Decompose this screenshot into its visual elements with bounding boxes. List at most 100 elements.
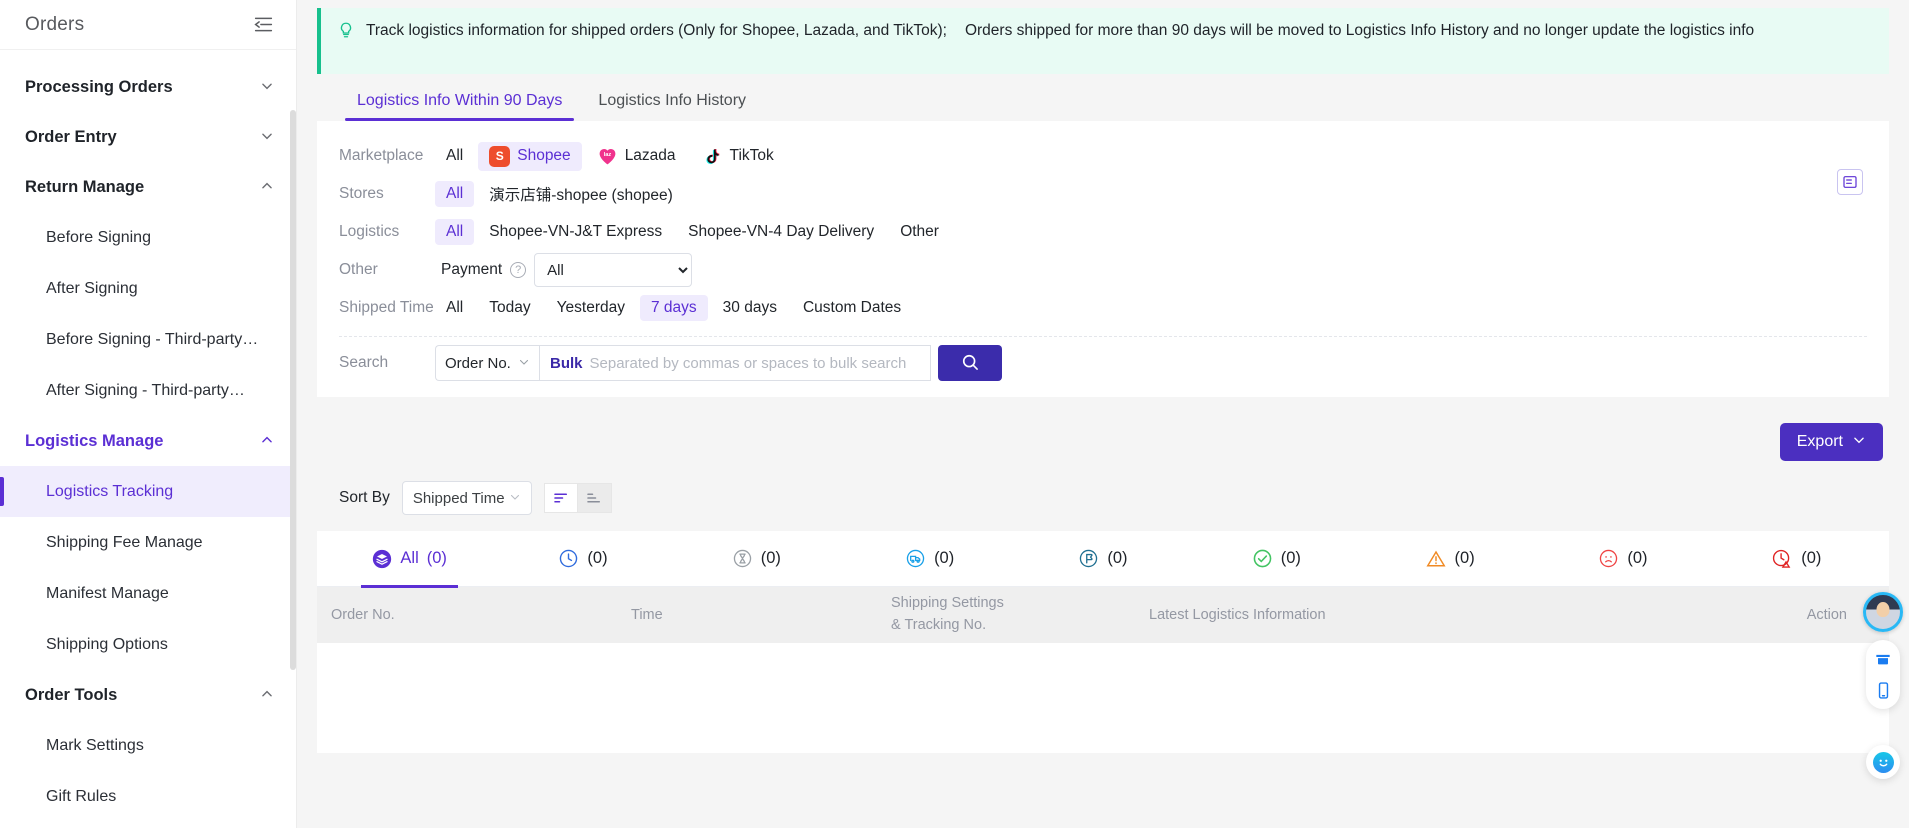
shipped-time-option-custom-dates[interactable]: Custom Dates [792, 295, 912, 321]
sidebar-group-label: Logistics Manage [25, 431, 164, 450]
logistics-option-jt-express[interactable]: Shopee-VN-J&T Express [478, 219, 673, 245]
status-tab-failed[interactable]: (0) [1536, 531, 1709, 587]
main-inner: Track logistics information for shipped … [297, 0, 1909, 753]
sidebar-item-label: Shipping Options [46, 635, 168, 653]
table-column-shipping-settings: Shipping Settings & Tracking No. [877, 593, 1135, 637]
stores-option-all[interactable]: All [435, 181, 475, 207]
chip-label: All [446, 185, 464, 202]
collapse-filters-icon[interactable] [1837, 169, 1863, 195]
lazada-logo-icon: laz [597, 146, 618, 167]
status-tab-exception[interactable]: (0) [1363, 531, 1536, 587]
tab-logistics-info-history[interactable]: Logistics Info History [580, 88, 764, 121]
stores-option-demo-shopee[interactable]: 演示店铺-shopee (shopee) [478, 179, 684, 209]
tab-logistics-info-within-90-days[interactable]: Logistics Info Within 90 Days [339, 88, 580, 121]
search-input[interactable]: Bulk Separated by commas or spaces to bu… [539, 345, 931, 381]
marketplace-option-all[interactable]: All [435, 143, 474, 169]
filter-label-marketplace: Marketplace [339, 147, 424, 164]
shipped-time-option-7-days[interactable]: 7 days [639, 295, 708, 321]
status-tab-awaiting[interactable]: (0) [670, 531, 843, 587]
sidebar-group-processing-orders[interactable]: Processing Orders [0, 62, 296, 112]
status-tab-in-transit[interactable]: (0) [843, 531, 1016, 587]
tab-label: Logistics Info Within 90 Days [357, 92, 563, 109]
status-tab-all[interactable]: All (0) [323, 531, 496, 588]
shipped-time-option-today[interactable]: Today [478, 295, 541, 321]
payment-select[interactable]: All [534, 253, 693, 287]
sidebar-item-shipping-options[interactable]: Shipping Options [0, 619, 296, 670]
logistics-option-other[interactable]: Other [889, 219, 950, 245]
sidebar-item-label: After Signing [46, 279, 138, 297]
hourglass-icon [732, 548, 753, 569]
sidebar-item-mark-settings[interactable]: Mark Settings [0, 720, 296, 771]
status-tab-pending[interactable]: (0) [496, 531, 669, 587]
banner-text: Track logistics information for shipped … [366, 19, 1754, 43]
filter-label-stores: Stores [339, 185, 384, 202]
sidebar-scrollbar[interactable] [290, 110, 296, 670]
status-tab-count: (0) [934, 549, 955, 567]
sidebar-group-order-entry[interactable]: Order Entry [0, 112, 296, 162]
marketplace-option-tiktok[interactable]: TikTok [691, 142, 785, 171]
filter-label-search: Search [339, 354, 389, 371]
search-button[interactable] [938, 345, 1002, 381]
toolbar: Export [317, 397, 1889, 461]
filter-label-shipped-time: Shipped Time [339, 299, 434, 316]
app-root: Orders Processing Orders Order Entry Ret… [0, 0, 1909, 828]
marketplace-option-lazada[interactable]: laz Lazada [586, 142, 687, 171]
sidebar-item-label: Gift Rules [46, 787, 117, 805]
sort-label: Sort By [339, 489, 390, 506]
sidebar-item-before-signing-third-party[interactable]: Before Signing - Third-party… [0, 314, 296, 365]
sort-descending-icon[interactable] [577, 483, 612, 513]
sidebar-item-before-signing[interactable]: Before Signing [0, 212, 296, 263]
feedback-button[interactable] [1866, 745, 1900, 779]
layers-icon [372, 549, 392, 569]
marketplace-option-shopee[interactable]: S Shopee [478, 141, 582, 171]
status-tab-delivered[interactable]: (0) [1190, 531, 1363, 587]
logistics-option-all[interactable]: All [435, 219, 475, 245]
payment-label: Payment [441, 261, 503, 278]
search-icon [960, 352, 980, 375]
shipped-time-option-all[interactable]: All [435, 295, 474, 321]
chevron-up-icon [260, 179, 274, 196]
user-avatar-icon[interactable] [1863, 592, 1903, 632]
sidebar-item-label: Shipping Fee Manage [46, 533, 203, 551]
sidebar-item-after-signing-third-party[interactable]: After Signing - Third-party… [0, 365, 296, 416]
sort-field-value: Shipped Time [412, 489, 505, 507]
chip-label: All [446, 299, 464, 316]
chip-label: Yesterday [556, 299, 625, 316]
filter-row-shipped-time: Shipped Time All Today Yesterday 7 days [317, 289, 1889, 327]
sidebar-item-shipping-fee-manage[interactable]: Shipping Fee Manage [0, 517, 296, 568]
sort-ascending-icon[interactable] [543, 483, 578, 513]
mobile-phone-icon[interactable] [1874, 681, 1893, 700]
filter-row-search: Search Order No. Bulk Separated by comma… [317, 345, 1889, 389]
sidebar-item-logistics-tracking[interactable]: Logistics Tracking [0, 466, 296, 517]
sidebar-item-manifest-manage[interactable]: Manifest Manage [0, 568, 296, 619]
status-tab-bar: All (0) (0) (0) (0) (0) (0) (0) (0) (0) [317, 531, 1889, 588]
filter-row-stores: Stores All 演示店铺-shopee (shopee) [317, 175, 1889, 213]
sidebar-group-order-tools[interactable]: Order Tools [0, 670, 296, 720]
sidebar-group-logistics-manage[interactable]: Logistics Manage [0, 416, 296, 466]
question-circle-icon[interactable]: ? [510, 262, 527, 278]
megaphone-icon[interactable] [1873, 649, 1893, 669]
table-column-order-no: Order No. [331, 607, 395, 623]
logistics-option-4-day-delivery[interactable]: Shopee-VN-4 Day Delivery [677, 219, 885, 245]
shipped-time-option-30-days[interactable]: 30 days [712, 295, 788, 321]
shipped-time-option-yesterday[interactable]: Yesterday [546, 295, 636, 321]
sidebar-group-label: Order Tools [25, 685, 118, 704]
status-tab-overdue[interactable]: (0) [1710, 531, 1883, 587]
sidebar-item-label: Manifest Manage [46, 584, 169, 602]
clock-alert-icon [1771, 548, 1793, 570]
chip-label: Shopee [517, 147, 571, 164]
sidebar-item-gift-rules[interactable]: Gift Rules [0, 771, 296, 822]
collapse-panel-icon[interactable] [253, 14, 274, 35]
sort-field-select[interactable]: Shipped Time [401, 481, 532, 515]
sidebar-group-return-manage[interactable]: Return Manage [0, 162, 296, 212]
status-tab-count: (0) [1801, 549, 1822, 567]
sidebar-item-after-signing[interactable]: After Signing [0, 263, 296, 314]
export-button[interactable]: Export [1779, 423, 1883, 461]
sidebar-item-label: Mark Settings [46, 736, 144, 754]
floating-action-pill [1866, 640, 1900, 709]
sort-bar: Sort By Shipped Time [317, 461, 1889, 515]
search-type-select[interactable]: Order No. [435, 345, 539, 381]
filter-panel: Marketplace All S Shopee laz Lazada TikT… [317, 121, 1889, 397]
floating-widgets [1863, 592, 1903, 779]
status-tab-picked-up[interactable]: (0) [1016, 531, 1189, 587]
